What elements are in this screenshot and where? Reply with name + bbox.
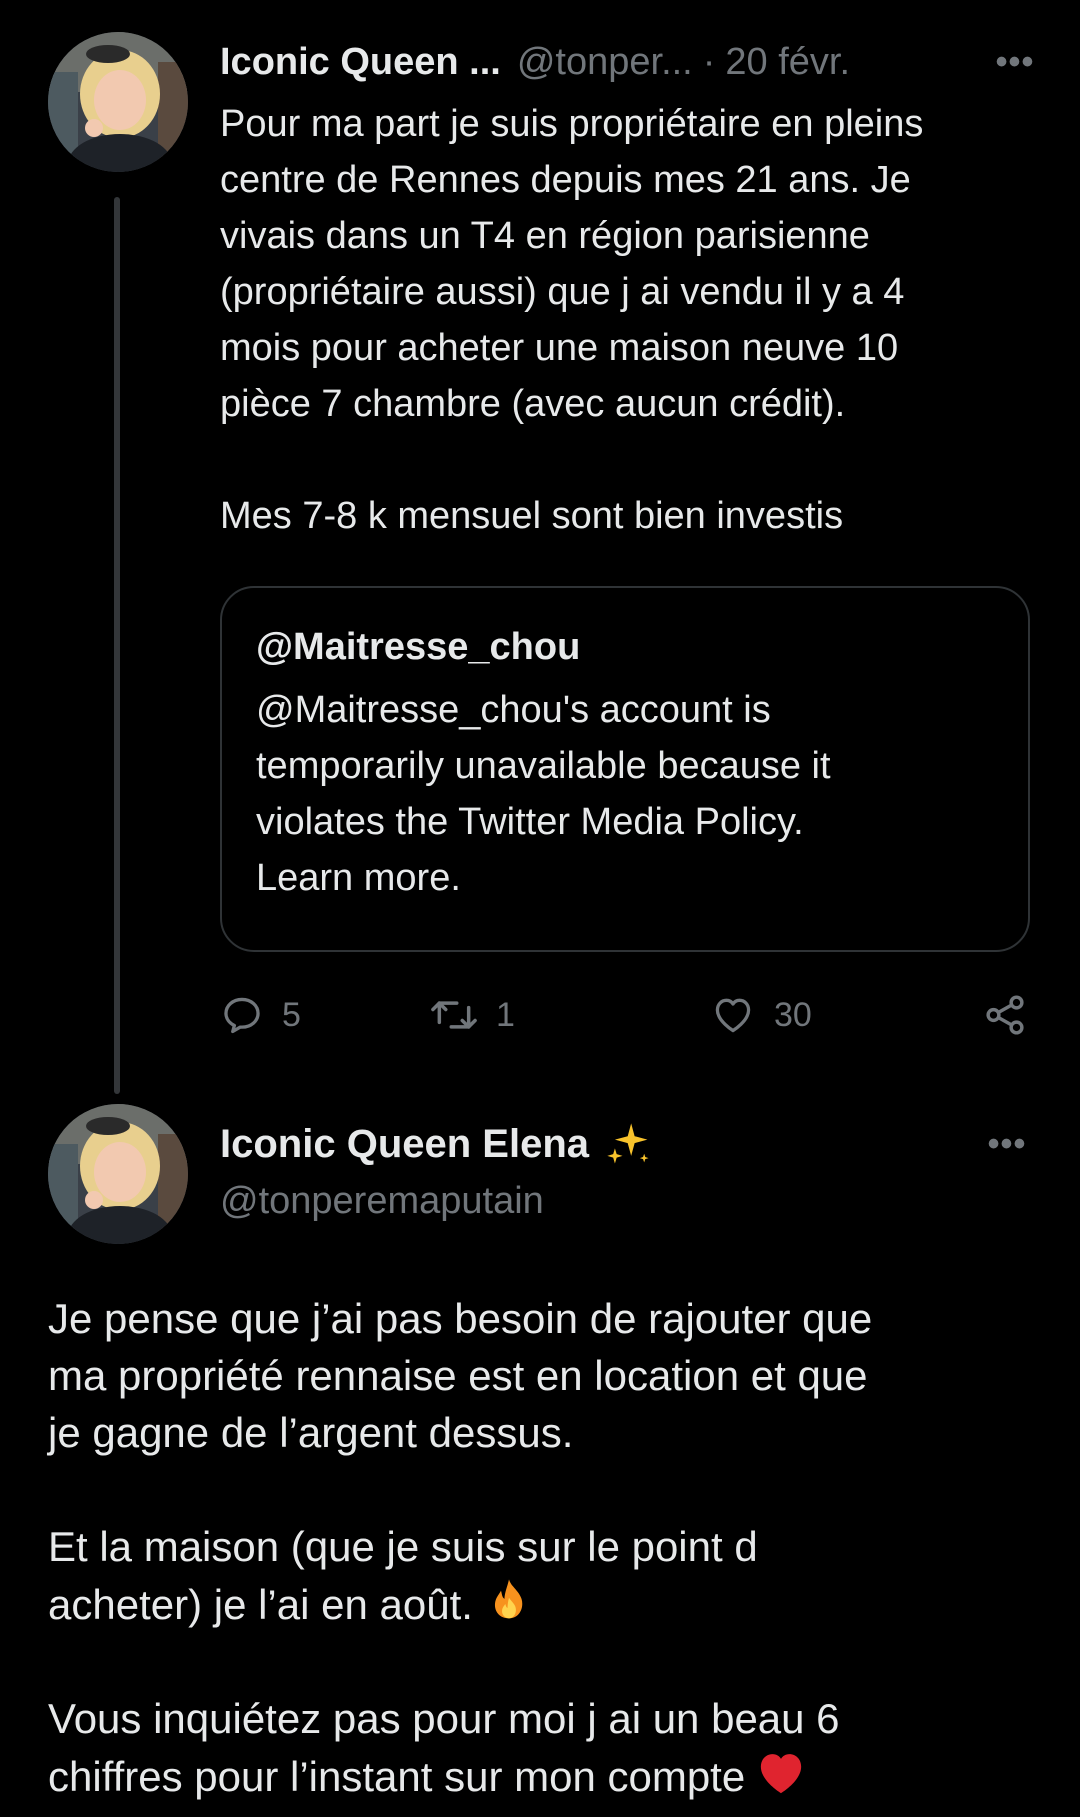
text-line: acheter) je l’ai en août. [48, 1581, 473, 1628]
retweet-icon [431, 1001, 477, 1029]
text-line: vivais dans un T4 en région parisienne [220, 215, 870, 257]
tweet-text: Pour ma part je suis propriétaire en ple… [220, 96, 1040, 544]
user-handle[interactable]: @tonperemaputain [220, 1176, 544, 1226]
share-icon [986, 995, 1024, 1035]
text-line: ma propriété rennaise est en location et… [48, 1352, 868, 1399]
user-handle[interactable]: @tonper... [517, 41, 693, 84]
quote-line: violates the Twitter Media Policy. [256, 801, 804, 843]
heart-icon [715, 998, 751, 1033]
quoted-tweet-card[interactable]: @Maitresse_chou @Maitresse_chou's accoun… [220, 586, 1030, 952]
thread-line [114, 197, 120, 1094]
retweet-count: 1 [496, 995, 515, 1034]
text-line: centre de Rennes depuis mes 21 ans. Je [220, 159, 911, 201]
text-line: pièce 7 chambre (avec aucun crédit). [220, 383, 846, 425]
text-line: mois pour acheter une maison neuve 10 [220, 327, 899, 369]
text-line: Et la maison (que je suis sur le point d [48, 1523, 758, 1570]
text-line: je gagne de l’argent dessus. [48, 1409, 574, 1456]
more-options-label: ••• [987, 1124, 1027, 1163]
text-line: Vous inquiétez pas pour moi j ai un beau… [48, 1695, 840, 1742]
share-button[interactable] [982, 985, 1028, 1045]
tweet-header: Iconic Queen ... @tonper... · 20 févr. [220, 34, 1040, 90]
reply-icon [224, 997, 260, 1034]
tweet-2-text: Je pense que j’ai pas besoin de rajouter… [48, 1290, 1048, 1805]
tweet-2-header: Iconic Queen Elena [220, 1116, 655, 1172]
more-options-label: ••• [995, 42, 1035, 81]
text-line: chiffres pour l’instant sur mon compte [48, 1753, 746, 1800]
text-line: (propriétaire aussi) que j ai vendu il y… [220, 271, 905, 313]
text-line: Mes 7-8 k mensuel sont bien investis [220, 495, 844, 537]
avatar-image [48, 1104, 188, 1244]
more-options-icon[interactable]: ••• [990, 42, 1040, 82]
tweet-date[interactable]: 20 févr. [725, 41, 850, 84]
display-name[interactable]: Iconic Queen ... [220, 41, 501, 84]
separator-dot: · [702, 40, 716, 83]
like-count: 30 [774, 995, 812, 1034]
text-line: Je pense que j’ai pas besoin de rajouter… [48, 1295, 873, 1342]
quote-line: @Maitresse_chou's account is [256, 689, 771, 731]
sparkles-icon [607, 1123, 649, 1164]
tweet-1: Iconic Queen ... @tonper... · 20 févr. •… [0, 0, 1080, 1100]
quoted-unavailable-message: @Maitresse_chou's account is temporarily… [256, 682, 994, 906]
red-heart-icon [761, 1754, 802, 1794]
text-line: Pour ma part je suis propriétaire en ple… [220, 103, 924, 145]
display-name[interactable]: Iconic Queen Elena [220, 1122, 589, 1167]
action-bar: 5 1 30 [220, 985, 1040, 1045]
retweet-button[interactable]: 1 [430, 985, 515, 1045]
fire-icon [494, 1579, 523, 1619]
avatar[interactable] [48, 1104, 188, 1244]
more-options-icon[interactable]: ••• [982, 1124, 1032, 1164]
quoted-handle: @Maitresse_chou [256, 626, 581, 668]
quote-line: temporarily unavailable because it [256, 745, 831, 787]
avatar-image [48, 32, 188, 172]
reply-button[interactable]: 5 [220, 985, 301, 1045]
learn-more-link[interactable]: Learn more. [256, 857, 461, 899]
reply-count: 5 [282, 995, 301, 1034]
like-button[interactable]: 30 [710, 985, 812, 1045]
avatar[interactable] [48, 32, 188, 172]
